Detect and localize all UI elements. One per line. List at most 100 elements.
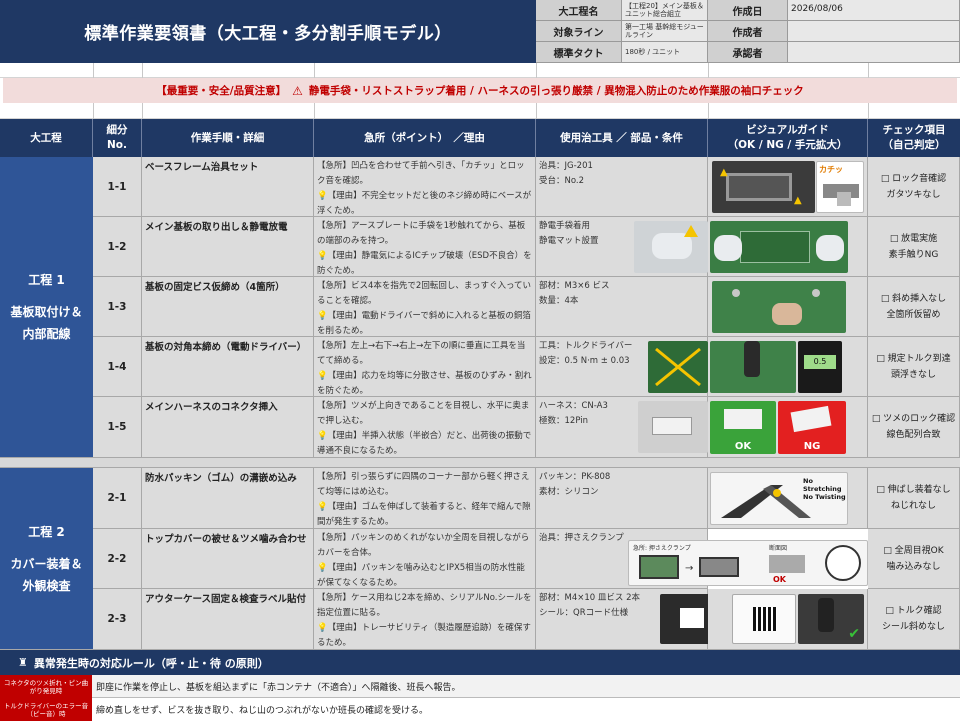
connector-photo xyxy=(638,401,708,453)
process-name-value[interactable]: 【工程20】メイン基板＆ユニット総合組立 xyxy=(622,0,708,21)
reason-value: 【理由】ゴムを伸ばして装着すると、経年で縮んで隙間が発生するため。 xyxy=(317,502,531,527)
banner-text: 静電手袋・リストストラップ着用 / ハーネスの引っ張り厳禁 / 異物混入防止のた… xyxy=(308,85,804,97)
page-title: 標準作業要領書（大工程・多分割手順モデル） xyxy=(0,0,536,63)
approver-label: 承認者 xyxy=(708,42,788,63)
check-item[interactable]: □ 全周目視OK 噛み込みなし xyxy=(868,529,960,589)
torque-meter: 0.5 xyxy=(798,341,842,393)
clamp-label: 急所: 押さえクランプ xyxy=(633,545,691,552)
col-header-tool: 使用治工具 ／ 部品・条件 xyxy=(536,119,708,157)
col-header-no-line1: 細分 xyxy=(106,124,128,136)
spacer-row xyxy=(0,63,960,78)
board-handling-photo xyxy=(710,221,848,273)
check-line-2: ねじれなし xyxy=(890,501,936,511)
check-item[interactable]: □ 放電実施 素手触りNG xyxy=(868,217,960,277)
col-header-no: 細分 No. xyxy=(93,119,142,157)
step-tool: 治具：JG-201 受台：No.2 xyxy=(536,157,708,217)
step-title: メイン基板の取り出し＆静電放電 xyxy=(142,217,314,277)
point-text: 【急所】左上→右下→右上→左下の順に垂直に工具を当てて締める。 xyxy=(317,341,526,366)
reason-text: 💡【理由】不完全セットだと後のネジ締め時にベースが浮くため。 xyxy=(317,189,532,219)
created-date-value[interactable]: 2026/08/06 xyxy=(788,0,960,21)
author-value[interactable] xyxy=(788,21,960,42)
tool-line-2: 数量：4本 xyxy=(539,296,579,306)
col-header-visual-line1: ビジュアルガイド xyxy=(746,124,829,136)
step-point: 【急所】引っ張らずに四隅のコーナー部から軽く押さえて均等にはめ込む。 💡【理由】… xyxy=(314,468,536,529)
diagonal-order-icon xyxy=(655,347,701,387)
target-line-value[interactable]: 第一工場 基幹総モジュールライン xyxy=(622,21,708,42)
gasket-caption: No Stretching No Twisting xyxy=(803,477,847,501)
check-item[interactable]: □ トルク確認 シール斜めなし xyxy=(868,589,960,650)
step-point: 【急所】ツメが上向きであることを目視し、水平に奥まで押し込む。 💡【理由】半挿入… xyxy=(314,397,536,458)
ok-example: OK xyxy=(710,401,776,454)
process-2-label: 工程 2 カバー装着＆ 外観検査 xyxy=(0,468,93,650)
esd-glove-photo xyxy=(634,221,708,273)
tool-line-2: 受台：No.2 xyxy=(539,176,585,186)
reason-text: 💡【理由】応力を均等に分散させ、基板のひずみ・割れを防ぐため。 xyxy=(317,369,532,399)
tool-line-1: 部材：M3×6 ビス xyxy=(539,281,610,291)
step-title: メインハーネスのコネクタ挿入 xyxy=(142,397,314,458)
point-text: 【急所】凹凸を合わせて手前へ引き、「カチッ」とロック音を確認。 xyxy=(317,161,525,186)
step-no: 1-1 xyxy=(93,157,142,217)
reason-value: 【理由】静電気によるICチップ破壊（ESD不良合）を防ぐため。 xyxy=(317,251,532,276)
ng-label: NG xyxy=(803,441,821,452)
qr-label xyxy=(732,594,796,644)
check-line-1: □ 規定トルク到達 xyxy=(876,353,951,364)
abnormal-action: 締め直しをせず、ビスを抜き取り、ねじ山のつぶれがないか班長の確認を受ける。 xyxy=(92,698,960,721)
torque-readout: 0.5 xyxy=(804,355,836,369)
step-title: トップカバーの被せ＆ツメ噛み合わせ xyxy=(142,529,314,589)
visual-caption: カチッ xyxy=(819,165,843,174)
step-point: 【急所】ビス4本を指先で2回転回し、まっすぐ入っていることを確認。 💡【理由】電… xyxy=(314,277,536,337)
step-title: 基板の対角本締め（電動ドライバー） xyxy=(142,337,314,397)
col-header-visual: ビジュアルガイド （OK / NG / 手元拡大） xyxy=(708,119,868,157)
takt-label: 標準タクト xyxy=(536,42,622,63)
ng-example: NG xyxy=(778,401,846,454)
click-illustration: カチッ xyxy=(816,161,864,213)
step-tool: パッキン：PK-808 素材：シリコン xyxy=(536,468,708,529)
spacer-row-2 xyxy=(0,103,960,119)
created-date-label: 作成日 xyxy=(708,0,788,21)
point-text: 【急所】ケース用ねじ2本を締め、シリアルNo.シールを指定位置に貼る。 xyxy=(317,593,532,618)
step-point: 【急所】アースプレートに手袋を1秒触れてから、基板の端部のみを持つ。 💡【理由】… xyxy=(314,217,536,277)
check-line-2: 全箇所仮留め xyxy=(886,309,941,320)
step-title: 基板の固定ビス仮締め（4箇所） xyxy=(142,277,314,337)
step-title: ベースフレーム治具セット xyxy=(142,157,314,217)
approver-value[interactable] xyxy=(788,42,960,63)
bulb-icon: 💡 xyxy=(317,191,328,201)
visual-guide: OK NG xyxy=(708,397,868,458)
gasket-caption-1: No Stretching xyxy=(803,477,842,493)
reason-text: 💡【理由】電動ドライバーで斜めに入れると基板の銅箔を削るため。 xyxy=(317,309,532,339)
bulb-icon: 💡 xyxy=(317,251,328,261)
col-header-process: 大工程 xyxy=(0,119,93,157)
bulb-icon: 💡 xyxy=(317,623,328,633)
check-item[interactable]: □ 斜め挿入なし 全箇所仮留め xyxy=(868,277,960,337)
visual-guide: ▲ ▲ カチッ xyxy=(708,157,868,217)
check-line-1: □ 全周目視OK xyxy=(883,545,944,556)
gasket-diagram: No Stretching No Twisting xyxy=(710,472,848,525)
col-header-check-line2: （自己判定） xyxy=(882,139,946,151)
reason-text: 💡【理由】静電気によるICチップ破壊（ESD不良合）を防ぐため。 xyxy=(317,249,532,279)
check-item[interactable]: □ 規定トルク到達 頭浮きなし xyxy=(868,337,960,397)
reason-value: 【理由】半挿入状態（半嵌合）だと、出荷後の振動で導通不良になるため。 xyxy=(317,431,532,456)
col-header-no-line2: No. xyxy=(107,139,127,151)
visual-guide xyxy=(708,277,868,337)
point-text: 【急所】引っ張らずに四隅のコーナー部から軽く押さえて均等にはめ込む。 xyxy=(317,472,530,497)
check-item[interactable]: □ ロック音確認 ガタツキなし xyxy=(868,157,960,217)
bulb-icon: 💡 xyxy=(317,431,328,441)
cover-clamp-diagram: 急所: 押さえクランプ → 断面図 OK xyxy=(628,540,868,586)
reason-text: 💡【理由】ゴムを伸ばして装着すると、経年で縮んで隙間が発生するため。 xyxy=(317,500,532,530)
step-no: 1-4 xyxy=(93,337,142,397)
process-2-subtitle-1: カバー装着＆ xyxy=(10,556,83,571)
alarm-icon: ♜ xyxy=(18,656,28,669)
process-1-subtitle-1: 基板取付け＆ xyxy=(10,305,83,319)
check-item[interactable]: □ 伸ばし装着なし ねじれなし xyxy=(868,468,960,529)
point-text: 【急所】アースプレートに手袋を1秒触れてから、基板の端部のみを持つ。 xyxy=(317,221,526,246)
check-line-2: ガタツキなし xyxy=(886,189,941,200)
step-point: 【急所】パッキンのめくれがないか全周を目視しながらカバーを合体。 💡【理由】パッ… xyxy=(314,529,536,589)
step-point: 【急所】凹凸を合わせて手前へ引き、「カチッ」とロック音を確認。 💡【理由】不完全… xyxy=(314,157,536,217)
check-item[interactable]: □ ツメのロック確認 線色配列合致 xyxy=(868,397,960,458)
section-label: 断面図 xyxy=(769,545,788,552)
banner-prefix: 【最重要・安全/品質注意】 xyxy=(156,85,287,97)
takt-value[interactable]: 180秒 / ユニット xyxy=(622,42,708,63)
step-no: 1-5 xyxy=(93,397,142,458)
reason-value: 【理由】トレーサビリティ（製造履歴追跡）を確保するため。 xyxy=(317,623,531,648)
jig-photo: ▲ ▲ xyxy=(712,161,815,213)
